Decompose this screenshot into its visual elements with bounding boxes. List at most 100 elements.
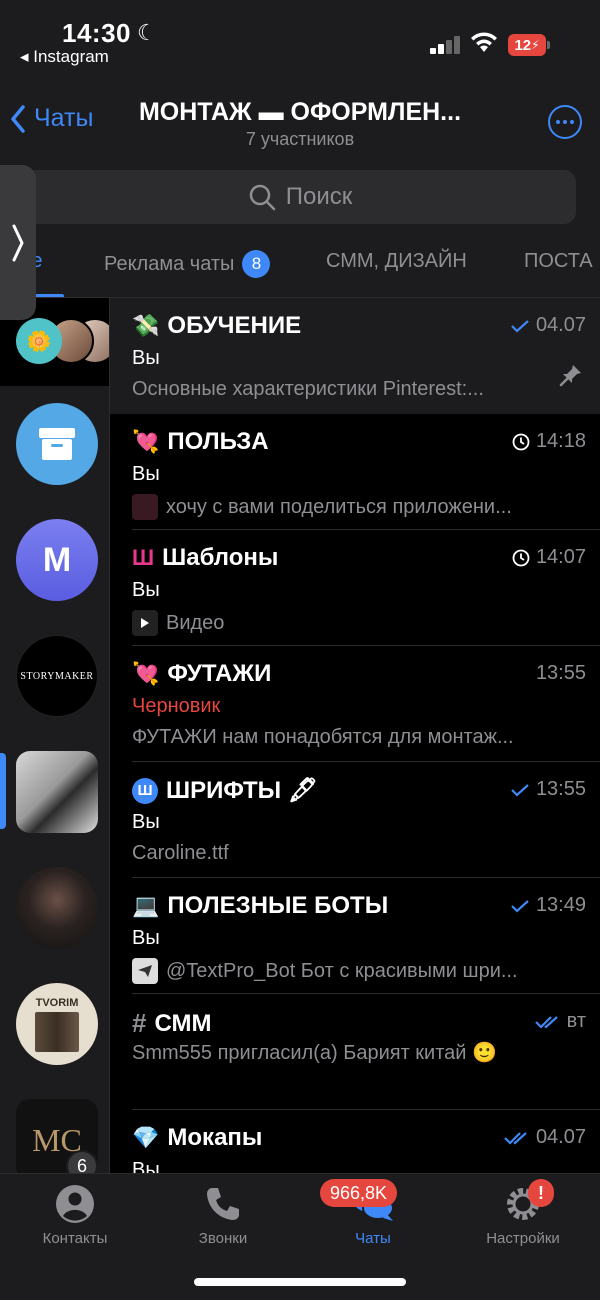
home-indicator xyxy=(194,1278,406,1286)
check-icon xyxy=(511,319,529,333)
back-label: Чаты xyxy=(34,104,94,132)
chat-name: ПОЛЕЗНЫЕ БОТЫ xyxy=(167,892,389,919)
image-thumbnail xyxy=(132,494,158,520)
check-icon xyxy=(511,899,529,913)
play-icon xyxy=(141,618,149,628)
unread-badge: 8 xyxy=(242,250,271,278)
avatar-text: STORYMAKER xyxy=(20,670,94,682)
hashtag-icon: # xyxy=(132,1008,147,1038)
chat-preview: ФУТАЖИ нам понадобятся для монтаж... xyxy=(132,726,514,748)
chat-emoji: 💘 xyxy=(132,429,160,454)
laptop-avatar[interactable] xyxy=(16,751,98,833)
search-icon xyxy=(249,184,275,211)
more-options-button[interactable] xyxy=(548,105,582,139)
tab-posta[interactable]: ПОСТА xyxy=(524,250,593,273)
chat-emoji: Ш xyxy=(132,777,158,804)
chat-row-obuchenie[interactable]: 💸 ОБУЧЕНИЕ 04.07 Вы Основные характеристи… xyxy=(110,298,600,414)
chat-time: вт xyxy=(566,1010,586,1032)
chat-name: ФУТАЖИ xyxy=(167,660,272,687)
tab-ads-chats[interactable]: Реклама чаты 8 xyxy=(104,250,271,278)
tab-settings[interactable]: Настройки xyxy=(448,1184,598,1247)
chat-row-shablony[interactable]: Ш Шаблоны 14:07 Вы Видео xyxy=(110,530,600,646)
chat-row-shrifty[interactable]: Ш ШРИФТЫ 🖋 13:55 Вы Caroline.ttf xyxy=(110,762,600,878)
page-title[interactable]: МОНТАЖ ▬ ОФОРМЛЕН... xyxy=(120,98,480,127)
battery-icon: 12 ⚡ xyxy=(508,34,550,56)
draft-label: Черновик xyxy=(132,695,221,717)
double-check-icon xyxy=(534,1015,558,1029)
chat-sender: Вы xyxy=(132,811,160,833)
chat-emoji: Ш xyxy=(132,545,155,570)
avatar-text: TVORIM xyxy=(35,996,79,1009)
signal-icon xyxy=(430,36,462,54)
tab-label: Контакты xyxy=(42,1230,108,1247)
back-to-app-link[interactable]: ◂ Instagram xyxy=(20,47,109,67)
double-check-icon xyxy=(504,1131,527,1145)
avatar-letter: M xyxy=(42,540,72,579)
chat-time: 14:18 xyxy=(535,430,586,452)
chat-preview: хочу с вами поделиться приложени... xyxy=(166,495,512,518)
pin-icon xyxy=(559,365,581,387)
unread-count-badge: 966,8K xyxy=(320,1179,398,1207)
chat-row-mokapy[interactable]: 💎 Мокапы 04.07 Вы xyxy=(110,1110,600,1173)
tab-label: СММ, ДИЗАЙН xyxy=(326,250,467,272)
tvorim-avatar[interactable]: TVORIM xyxy=(16,983,98,1065)
check-icon xyxy=(511,783,529,797)
search-input[interactable]: Поиск xyxy=(24,170,576,224)
m-avatar[interactable]: M xyxy=(16,519,98,601)
chat-sender: Вы xyxy=(132,1159,160,1173)
chat-emoji: 💸 xyxy=(132,313,160,338)
tab-label: Настройки xyxy=(486,1230,560,1247)
chevron-right-icon xyxy=(12,224,24,261)
search-placeholder: Поиск xyxy=(285,183,353,210)
side-avatar-strip: 🌼 M STORYMAKER TVORIM MC 6 xyxy=(0,298,110,1173)
moon-icon: ☾ xyxy=(137,20,157,45)
chat-preview: @TextPro_Bot Бот с красивыми шри... xyxy=(166,959,518,982)
chat-sender: Вы xyxy=(132,579,160,601)
chat-row-smm[interactable]: # СММ вт Smm555 пригласил(а) Барият китай… xyxy=(110,994,600,1110)
archive-avatar[interactable] xyxy=(16,403,98,485)
tab-label: Реклама чаты xyxy=(104,252,235,275)
chat-sender: Вы xyxy=(132,347,160,369)
chat-sender: Вы xyxy=(132,463,160,485)
flower-avatar: 🌼 xyxy=(16,318,62,364)
chat-preview: Основные характеристики Pinterest:... xyxy=(132,378,484,400)
chat-row-poleznye-boty[interactable]: 💻 ПОЛЕЗНЫЕ БОТЫ 13:49 Вы @TextPro_Bot Бот… xyxy=(110,878,600,994)
status-time: 14:30 xyxy=(62,18,131,48)
chat-emoji: 💎 xyxy=(132,1125,160,1150)
tab-label: ПОСТА xyxy=(524,250,593,272)
member-count: 7 участников xyxy=(245,129,355,149)
chat-header: Чаты МОНТАЖ ▬ ОФОРМЛЕН... 7 участников xyxy=(0,80,600,170)
chat-emoji: 💻 xyxy=(132,893,160,918)
tab-label: Звонки xyxy=(198,1230,248,1247)
chat-time: 13:49 xyxy=(535,894,586,916)
back-button[interactable]: Чаты xyxy=(10,104,93,133)
alert-badge: ! xyxy=(528,1179,554,1207)
chat-sender: Вы xyxy=(132,927,160,949)
status-bar: 14:30 ☾ ◂ Instagram 12 ⚡ xyxy=(0,0,600,80)
storymaker-avatar[interactable]: STORYMAKER xyxy=(16,635,98,717)
chat-name: ОБУЧЕНИЕ xyxy=(167,312,302,339)
send-icon xyxy=(138,965,152,977)
person-icon xyxy=(56,1185,94,1223)
chat-time: 14:07 xyxy=(535,546,586,568)
tab-label: Чаты xyxy=(355,1230,391,1247)
chevron-left-icon xyxy=(11,104,25,133)
chat-name: ШРИФТЫ 🖋 xyxy=(166,777,319,804)
chat-name: ПОЛЬЗА xyxy=(167,428,269,455)
tab-contacts[interactable]: Контакты xyxy=(0,1184,150,1247)
clock-icon xyxy=(512,549,530,566)
drawer-handle[interactable] xyxy=(0,165,36,320)
clock-icon xyxy=(512,433,530,450)
chat-time: 04.07 xyxy=(535,314,586,336)
chat-time: 04.07 xyxy=(535,1126,586,1148)
bot-thumbnail xyxy=(132,958,158,984)
video-thumbnail xyxy=(132,610,158,636)
tab-calls[interactable]: Звонки xyxy=(148,1184,298,1247)
phone-icon xyxy=(207,1188,239,1220)
girl-avatar[interactable] xyxy=(16,867,98,949)
tab-smm-design[interactable]: СММ, ДИЗАЙН xyxy=(326,250,467,273)
chat-row-polza[interactable]: 💘 ПОЛЬЗА 14:18 Вы хочу с вами поделиться … xyxy=(110,414,600,530)
chat-time: 13:55 xyxy=(535,662,586,684)
chat-name: Мокапы xyxy=(167,1124,263,1151)
chat-row-futazhi[interactable]: 💘 ФУТАЖИ 13:55 Черновик ФУТАЖИ нам понадо… xyxy=(110,646,600,762)
